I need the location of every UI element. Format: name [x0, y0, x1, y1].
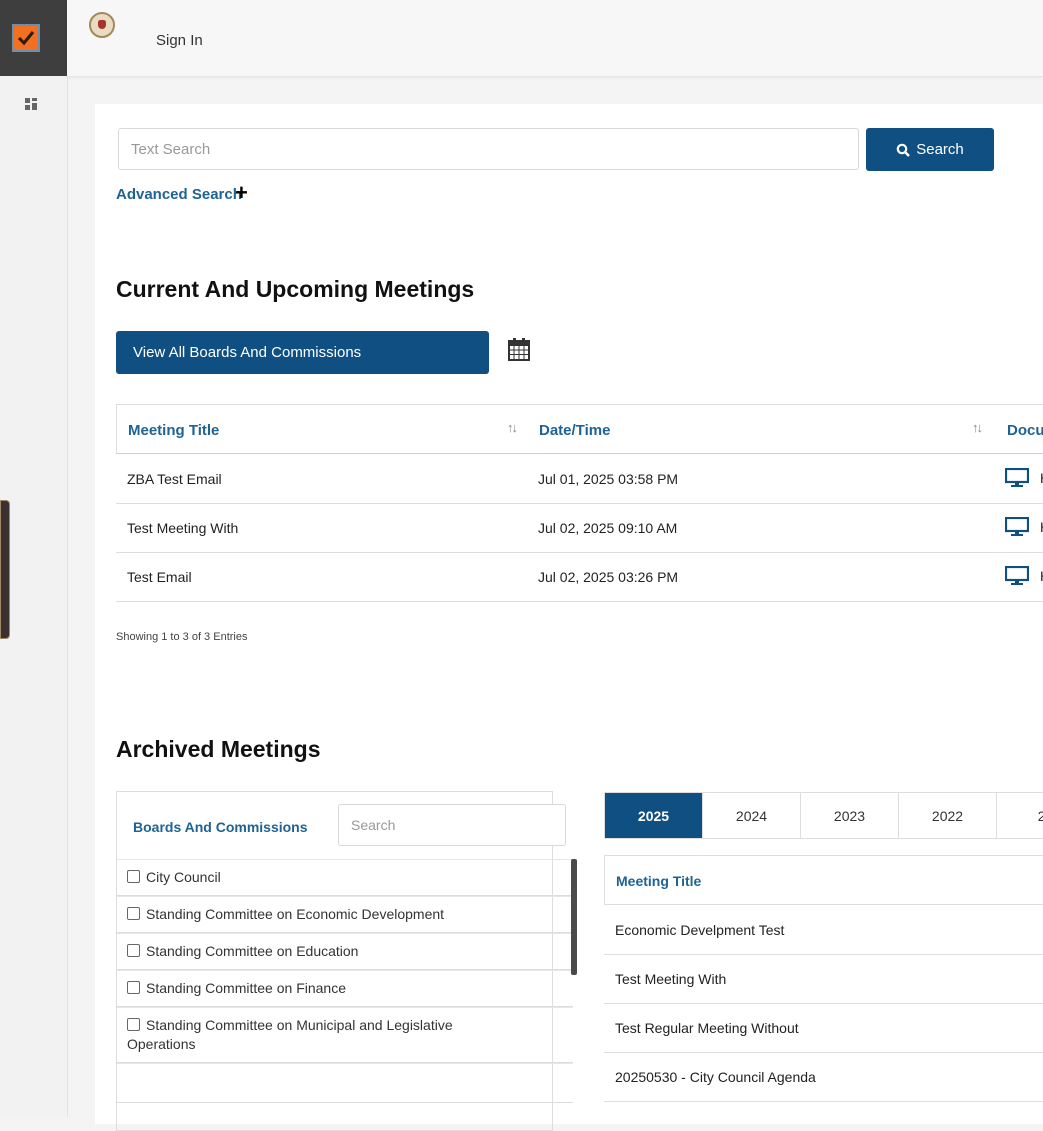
archived-heading: Archived Meetings — [116, 736, 321, 762]
sign-in-link[interactable]: Sign In — [156, 32, 203, 49]
row-title[interactable]: Economic Develpment Test — [615, 922, 784, 938]
boards-scrollbar[interactable] — [571, 859, 577, 975]
board-label: Standing Committee on Education — [146, 943, 359, 959]
search-icon — [896, 143, 911, 157]
list-item[interactable]: Standing Committee on Economic Developme… — [117, 896, 573, 933]
table-row[interactable]: Test Email Jul 02, 2025 03:26 PM H — [116, 552, 1043, 602]
upcoming-table-header: Meeting Title ↑↓ Date/Time ↑↓ Docu — [116, 404, 1043, 454]
row-datetime: Jul 02, 2025 03:26 PM — [538, 569, 679, 585]
tab-year-next[interactable]: 20 — [997, 793, 1043, 838]
row-datetime: Jul 01, 2025 03:58 PM — [538, 471, 679, 487]
upcoming-heading: Current And Upcoming Meetings — [116, 276, 475, 302]
checkbox[interactable] — [127, 944, 140, 957]
calendar-icon[interactable] — [508, 337, 530, 366]
view-all-boards-button[interactable]: View All Boards And Commissions — [116, 331, 489, 374]
dashboard-icon[interactable] — [25, 97, 37, 115]
table-row[interactable]: ZBA Test Email Jul 01, 2025 03:58 PM H — [116, 454, 1043, 504]
boards-list: City Council Standing Committee on Econo… — [117, 859, 573, 1103]
search-button-label: Search — [916, 141, 964, 158]
table-row[interactable]: Test Regular Meeting Without — [604, 1003, 1043, 1053]
row-title[interactable]: Test Meeting With — [127, 520, 238, 536]
sort-title-icon[interactable]: ↑↓ — [507, 420, 518, 435]
tab-year-2022[interactable]: 2022 — [899, 793, 997, 838]
row-title[interactable]: 20250530 - City Council Agenda — [615, 1069, 816, 1085]
row-datetime: Jul 02, 2025 09:10 AM — [538, 520, 678, 536]
plus-icon[interactable]: + — [235, 180, 248, 206]
row-title[interactable]: Test Email — [127, 569, 192, 585]
board-label: Standing Committee on Municipal and Legi… — [127, 1017, 453, 1052]
table-row[interactable]: 20250530 - City Council Agenda — [604, 1052, 1043, 1102]
app-logo[interactable] — [0, 0, 67, 76]
sort-date-icon[interactable]: ↑↓ — [972, 420, 983, 435]
year-tabs: 2025 2024 2023 2022 20 — [604, 792, 1043, 839]
col-documents[interactable]: Docu — [1007, 422, 1043, 439]
table-row[interactable]: Test Meeting With Jul 02, 2025 09:10 AM … — [116, 503, 1043, 553]
list-item[interactable]: Standing Committee on Municipal and Legi… — [117, 1007, 573, 1063]
tab-year-2024[interactable]: 2024 — [703, 793, 801, 838]
table-row[interactable]: Economic Develpment Test — [604, 905, 1043, 955]
list-item[interactable]: Standing Committee on Education — [117, 933, 573, 970]
col-meeting-title[interactable]: Meeting Title — [616, 873, 701, 889]
board-label: City Council — [146, 869, 221, 885]
monitor-icon[interactable] — [1005, 566, 1029, 586]
board-label: Standing Committee on Economic Developme… — [146, 906, 445, 922]
board-label: Standing Committee on Finance — [146, 980, 346, 996]
advanced-search-link[interactable]: Advanced Search — [116, 186, 242, 203]
tab-year-2025[interactable]: 2025 — [605, 793, 703, 838]
checkbox-logo-icon — [12, 24, 40, 52]
row-title[interactable]: Test Meeting With — [615, 971, 726, 987]
table-row[interactable]: Test Meeting With — [604, 954, 1043, 1004]
monitor-icon[interactable] — [1005, 517, 1029, 537]
archived-table-header: Meeting Title — [604, 855, 1043, 905]
search-button[interactable]: Search — [866, 128, 994, 171]
checkbox[interactable] — [127, 1018, 140, 1031]
city-seal-logo — [89, 12, 115, 38]
list-item[interactable] — [117, 1063, 573, 1103]
boards-panel: Boards And Commissions City Council Stan… — [116, 791, 577, 1131]
entries-info: Showing 1 to 3 of 3 Entries — [116, 631, 248, 643]
top-bar: Sign In — [67, 0, 1043, 77]
monitor-icon[interactable] — [1005, 468, 1029, 488]
main-panel: Search Advanced Search + Current And Upc… — [95, 104, 1043, 1131]
row-title[interactable]: ZBA Test Email — [127, 471, 222, 487]
drawer-handle[interactable] — [0, 500, 10, 639]
col-date-time[interactable]: Date/Time — [539, 422, 610, 439]
boards-search-input[interactable] — [338, 804, 566, 846]
row-title[interactable]: Test Regular Meeting Without — [615, 1020, 799, 1036]
list-item[interactable]: Standing Committee on Finance — [117, 970, 573, 1007]
list-item[interactable]: City Council — [117, 859, 573, 896]
col-meeting-title[interactable]: Meeting Title — [128, 422, 219, 439]
left-rail — [0, 0, 68, 1117]
boards-title: Boards And Commissions — [133, 819, 308, 835]
text-search-input[interactable] — [118, 128, 859, 170]
checkbox[interactable] — [127, 981, 140, 994]
checkbox[interactable] — [127, 870, 140, 883]
checkbox[interactable] — [127, 907, 140, 920]
tab-year-2023[interactable]: 2023 — [801, 793, 899, 838]
